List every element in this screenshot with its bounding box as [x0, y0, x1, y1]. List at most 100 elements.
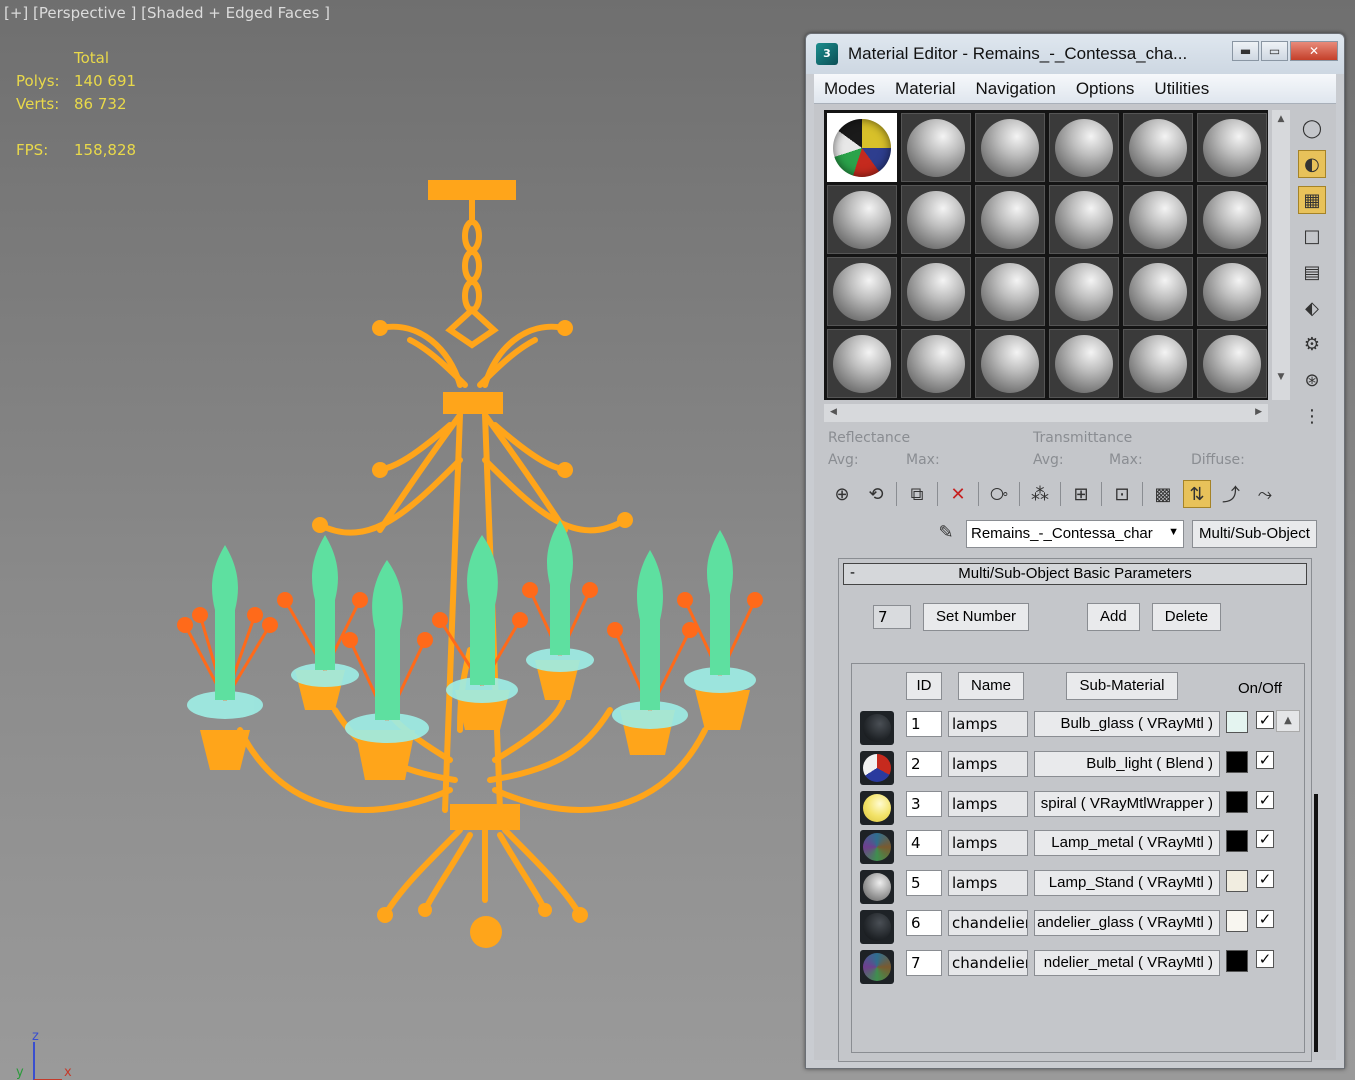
scroll-right-icon[interactable]: ▶ — [1255, 407, 1262, 419]
sample-slot[interactable] — [1197, 329, 1267, 398]
make-preview-icon[interactable]: ⬖ — [1298, 294, 1326, 322]
sample-slot[interactable] — [1123, 257, 1193, 326]
sample-slot[interactable] — [1123, 329, 1193, 398]
sample-slot-active[interactable] — [827, 113, 897, 182]
sub-material-color-swatch[interactable] — [1226, 909, 1248, 932]
menu-modes[interactable]: Modes — [814, 79, 885, 99]
put-material-icon[interactable]: ⟲ — [862, 480, 890, 508]
sub-material-onoff-checkbox[interactable]: ✓ — [1256, 949, 1274, 968]
sample-slot[interactable] — [975, 257, 1045, 326]
sub-material-thumbnail[interactable] — [860, 750, 894, 785]
chandelier-model[interactable] — [160, 170, 780, 960]
sample-slot[interactable] — [1197, 257, 1267, 326]
material-editor-window[interactable]: 3 Material Editor - Remains_-_Contessa_c… — [805, 33, 1345, 1069]
sub-material-name-field[interactable]: lamps — [948, 790, 1028, 817]
sub-material-button[interactable]: spiral ( VRayMtlWrapper ) — [1034, 790, 1220, 817]
options-icon[interactable]: ⚙ — [1298, 330, 1326, 358]
material-type-button[interactable]: Multi/Sub-Object — [1192, 520, 1317, 548]
maximize-button[interactable]: ▭ — [1261, 41, 1288, 61]
sub-material-button[interactable]: Bulb_light ( Blend ) — [1034, 750, 1220, 777]
sample-slot[interactable] — [975, 329, 1045, 398]
select-by-material-icon[interactable]: ⊛ — [1298, 366, 1326, 394]
sample-slot[interactable] — [1049, 329, 1119, 398]
sub-material-id-field[interactable]: 2 — [906, 750, 942, 777]
sub-material-thumbnail[interactable] — [860, 909, 894, 944]
sub-material-onoff-checkbox[interactable]: ✓ — [1256, 830, 1274, 849]
sub-material-onoff-checkbox[interactable]: ✓ — [1256, 870, 1274, 889]
reset-material-icon[interactable]: ✕ — [944, 480, 972, 508]
sub-material-name-field[interactable]: chandelier — [948, 949, 1028, 976]
material-name-field[interactable]: Remains_-_Contessa_char ▼ — [966, 520, 1184, 548]
sub-material-color-swatch[interactable] — [1226, 870, 1248, 893]
sample-slot[interactable] — [975, 185, 1045, 254]
sub-material-color-swatch[interactable] — [1226, 949, 1248, 972]
close-button[interactable]: ✕ — [1290, 41, 1338, 61]
name-column-header[interactable]: Name — [958, 672, 1024, 700]
sub-material-id-field[interactable]: 1 — [906, 711, 942, 737]
minimize-button[interactable]: ▬ — [1232, 41, 1259, 61]
sample-slot[interactable] — [827, 329, 897, 398]
rollout-scrollbar[interactable] — [1314, 794, 1318, 1052]
sample-slot[interactable] — [1197, 113, 1267, 182]
sub-material-color-swatch[interactable] — [1226, 750, 1248, 773]
sub-material-color-swatch[interactable] — [1226, 830, 1248, 853]
put-to-library-icon[interactable]: ⊞ — [1067, 480, 1095, 508]
sample-slot[interactable] — [1049, 185, 1119, 254]
rollout-toggle[interactable]: - — [850, 563, 855, 583]
sub-material-button[interactable]: Lamp_Stand ( VRayMtl ) — [1034, 870, 1220, 897]
sub-material-color-swatch[interactable] — [1226, 790, 1248, 813]
sub-material-thumbnail[interactable] — [860, 949, 894, 984]
viewport-label[interactable]: [+] [Perspective ] [Shaded + Edged Faces… — [4, 4, 330, 22]
sample-slot[interactable] — [827, 185, 897, 254]
sample-slot[interactable] — [827, 257, 897, 326]
slots-horizontal-scrollbar[interactable]: ◀ ▶ — [824, 404, 1268, 422]
sub-material-name-field[interactable]: lamps — [948, 711, 1028, 737]
sample-slot[interactable] — [901, 257, 971, 326]
sub-material-thumbnail[interactable] — [860, 830, 894, 865]
slots-vertical-scrollbar[interactable]: ▲ ▼ — [1272, 110, 1290, 400]
sub-material-id-field[interactable]: 4 — [906, 830, 942, 857]
sub-material-thumbnail[interactable] — [860, 870, 894, 905]
menu-utilities[interactable]: Utilities — [1144, 79, 1219, 99]
title-bar[interactable]: 3 Material Editor - Remains_-_Contessa_c… — [806, 34, 1344, 74]
sub-material-name-field[interactable]: lamps — [948, 750, 1028, 777]
sub-material-onoff-checkbox[interactable]: ✓ — [1256, 909, 1274, 928]
sample-slot[interactable] — [975, 113, 1045, 182]
copy-material-icon[interactable]: ⧂ — [985, 480, 1013, 508]
material-map-navigator-icon[interactable]: ⋮ — [1298, 402, 1326, 430]
sub-material-button[interactable]: Lamp_metal ( VRayMtl ) — [1034, 830, 1220, 857]
sub-material-column-header[interactable]: Sub-Material — [1066, 672, 1178, 700]
sample-slot[interactable] — [1049, 257, 1119, 326]
set-number-input[interactable]: 7 — [873, 605, 911, 629]
assign-material-icon[interactable]: ⧉ — [903, 480, 931, 508]
scroll-up-icon[interactable]: ▲ — [1272, 114, 1290, 124]
sample-type-icon[interactable]: ◯ — [1298, 114, 1326, 142]
scroll-left-icon[interactable]: ◀ — [830, 407, 837, 419]
sub-material-button[interactable]: ndelier_metal ( VRayMtl ) — [1034, 949, 1220, 976]
get-material-icon[interactable]: ⊕ — [828, 480, 856, 508]
sample-slot[interactable] — [1123, 113, 1193, 182]
show-end-result-icon[interactable]: ⇅ — [1183, 480, 1211, 508]
set-number-button[interactable]: Set Number — [923, 603, 1030, 631]
backlight-icon[interactable]: ◐ — [1298, 150, 1326, 178]
sub-material-id-field[interactable]: 7 — [906, 949, 942, 976]
eyedropper-icon[interactable]: ✎ — [934, 522, 958, 546]
id-column-header[interactable]: ID — [906, 672, 942, 700]
menu-navigation[interactable]: Navigation — [966, 79, 1066, 99]
scroll-down-icon[interactable]: ▼ — [1272, 372, 1290, 382]
sub-material-onoff-checkbox[interactable]: ✓ — [1256, 750, 1274, 769]
sample-slot[interactable] — [901, 113, 971, 182]
add-button[interactable]: Add — [1087, 603, 1140, 631]
material-id-channel-icon[interactable]: ⊡ — [1108, 480, 1136, 508]
sub-material-id-field[interactable]: 3 — [906, 790, 942, 817]
background-checker-icon[interactable]: ▦ — [1298, 186, 1326, 214]
sub-material-id-field[interactable]: 5 — [906, 870, 942, 897]
delete-button[interactable]: Delete — [1151, 603, 1222, 631]
sub-material-button[interactable]: andelier_glass ( VRayMtl ) — [1034, 909, 1220, 936]
go-to-parent-icon[interactable]: ⤴ — [1217, 480, 1245, 508]
sub-material-thumbnail[interactable] — [860, 790, 894, 825]
sample-slot[interactable] — [901, 329, 971, 398]
sample-slot[interactable] — [1197, 185, 1267, 254]
dropdown-arrow-icon[interactable]: ▼ — [1168, 526, 1179, 538]
sub-material-id-field[interactable]: 6 — [906, 909, 942, 936]
